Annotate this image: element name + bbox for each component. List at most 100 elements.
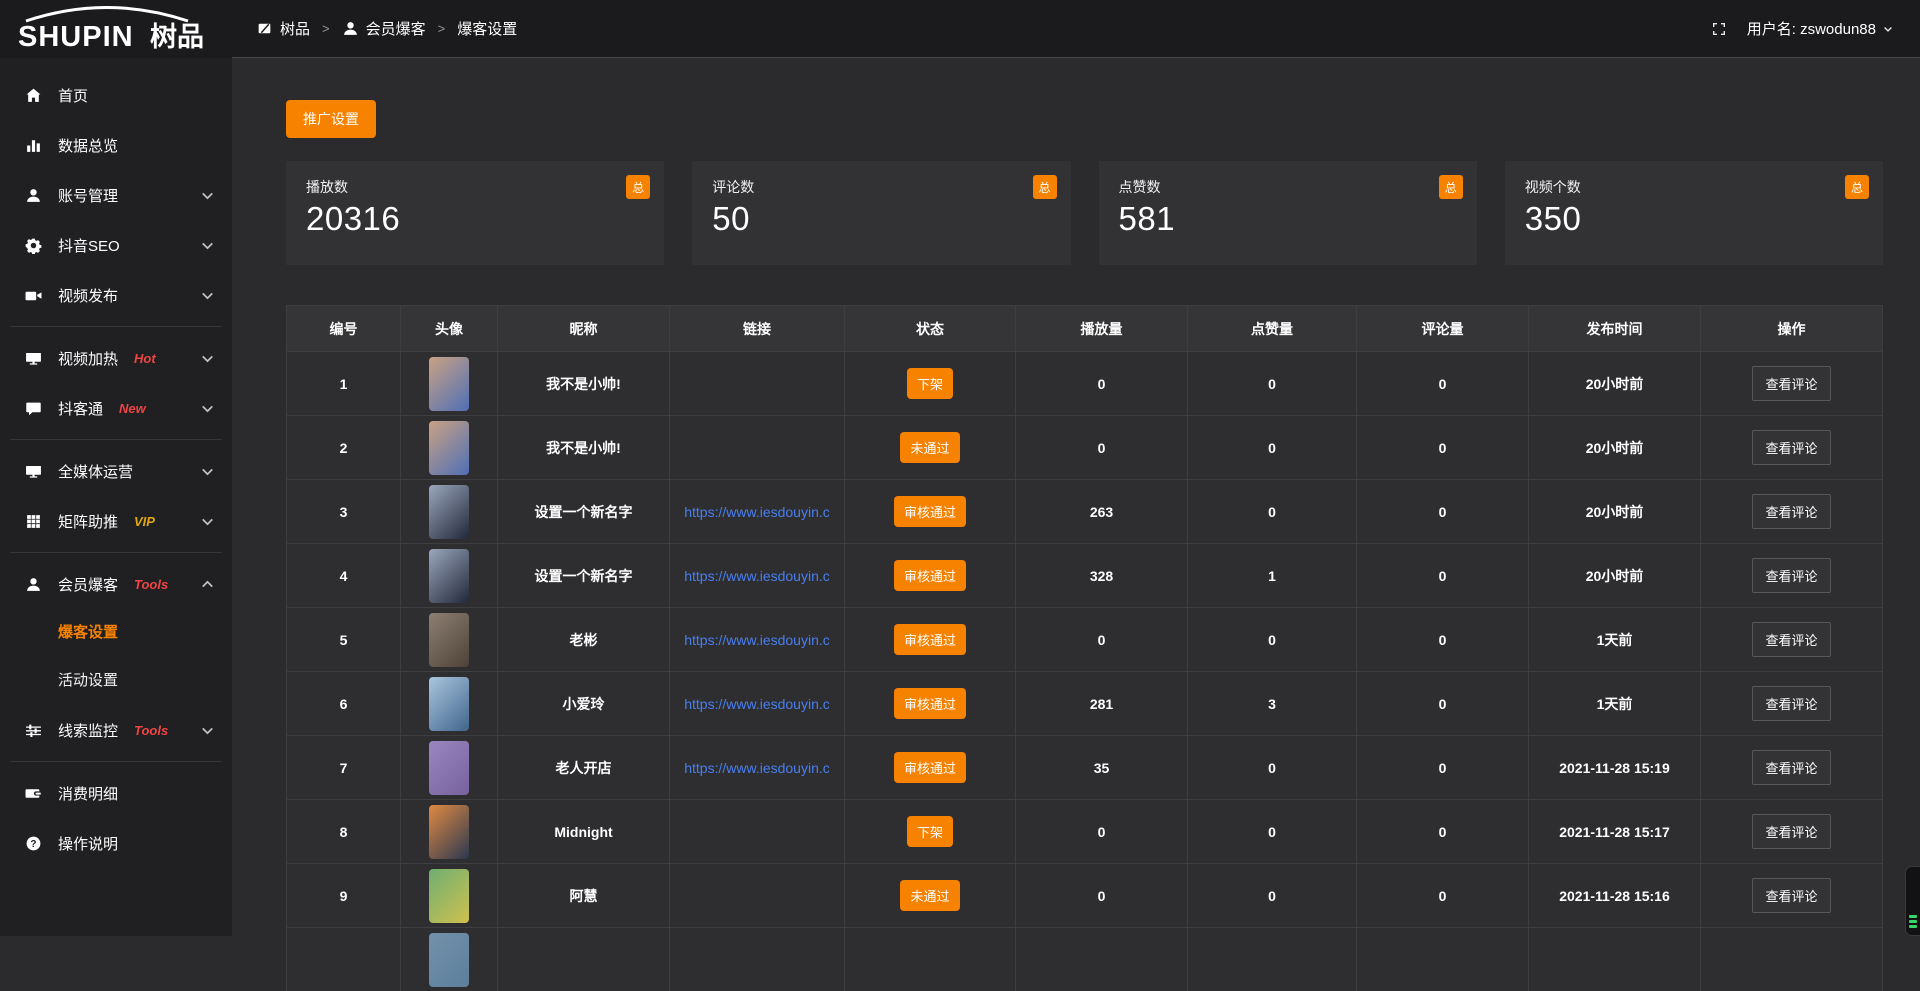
view-comments-button[interactable]: 查看评论: [1752, 750, 1830, 785]
sidebar-item-数据总览[interactable]: 数据总览: [0, 120, 232, 170]
cell-id: 7: [287, 736, 401, 799]
cell-status: 未通过: [845, 864, 1016, 927]
sidebar-item-视频发布[interactable]: 视频发布: [0, 270, 232, 320]
cell-link: [670, 800, 845, 863]
sidebar-item-label: 操作说明: [58, 833, 118, 854]
sidebar-item-操作说明[interactable]: ?操作说明: [0, 818, 232, 868]
member-icon: [24, 576, 43, 593]
submenu-item-活动设置[interactable]: 活动设置: [0, 657, 232, 705]
breadcrumb-item[interactable]: 会员爆客: [342, 18, 426, 39]
stat-cards: 播放数20316总评论数50总点赞数581总视频个数350总: [286, 161, 1883, 265]
sidebar-item-抖音SEO[interactable]: 抖音SEO: [0, 220, 232, 270]
cell-likes: 0: [1188, 416, 1357, 479]
breadcrumb-item[interactable]: 树品: [256, 18, 310, 39]
sidebar-item-抖客通[interactable]: 抖客通New: [0, 383, 232, 433]
video-link[interactable]: https://www.iesdouyin.c: [670, 760, 844, 776]
cell-avatar: [401, 672, 498, 735]
avatar-image: [429, 677, 469, 731]
view-comments-button[interactable]: 查看评论: [1752, 430, 1830, 465]
stat-card: 播放数20316总: [286, 161, 664, 265]
status-badge[interactable]: 下架: [907, 368, 953, 399]
status-badge[interactable]: 审核通过: [894, 752, 966, 783]
cell-avatar: [401, 864, 498, 927]
view-comments-button[interactable]: 查看评论: [1752, 494, 1830, 529]
chevron-down-icon: [199, 287, 216, 304]
cell-actions: 查看评论: [1701, 608, 1882, 671]
avatar-image: [429, 613, 469, 667]
view-comments-button[interactable]: 查看评论: [1752, 622, 1830, 657]
column-header: 操作: [1701, 306, 1882, 351]
cell-nickname: 我不是小帅!: [498, 416, 670, 479]
gear-icon: [24, 237, 43, 254]
cell-likes: 0: [1188, 480, 1357, 543]
status-badge[interactable]: 下架: [907, 816, 953, 847]
cell-plays: 0: [1016, 864, 1188, 927]
view-comments-button[interactable]: 查看评论: [1752, 878, 1830, 913]
cell-link: https://www.iesdouyin.c: [670, 608, 845, 671]
cell-plays: 0: [1016, 800, 1188, 863]
sidebar-item-label: 抖音SEO: [58, 235, 120, 256]
chevron-down-icon: [199, 463, 216, 480]
video-link[interactable]: https://www.iesdouyin.c: [670, 632, 844, 648]
sidebar-item-账号管理[interactable]: 账号管理: [0, 170, 232, 220]
breadcrumb-label: 树品: [280, 18, 310, 39]
video-link[interactable]: https://www.iesdouyin.c: [670, 696, 844, 712]
view-comments-button[interactable]: 查看评论: [1752, 558, 1830, 593]
sidebar-item-label: 视频加热: [58, 348, 118, 369]
cell-plays: 263: [1016, 480, 1188, 543]
chat-icon: [24, 400, 43, 417]
sliders-icon: [24, 722, 43, 739]
video-link[interactable]: https://www.iesdouyin.c: [670, 504, 844, 520]
sidebar-item-首页[interactable]: 首页: [0, 70, 232, 120]
floating-widget[interactable]: [1905, 866, 1920, 936]
breadcrumb-item[interactable]: 爆客设置: [457, 18, 517, 39]
username-dropdown[interactable]: 用户名: zswodun88: [1747, 18, 1894, 39]
cell-time: 2021-11-28 15:19: [1529, 736, 1701, 799]
cell-time: 20小时前: [1529, 480, 1701, 543]
cell-avatar: [401, 736, 498, 799]
cell-id: 9: [287, 864, 401, 927]
submenu-item-爆客设置[interactable]: 爆客设置: [0, 609, 232, 657]
status-badge[interactable]: 审核通过: [894, 688, 966, 719]
status-badge[interactable]: 未通过: [900, 880, 959, 911]
status-badge[interactable]: 审核通过: [894, 624, 966, 655]
table-row: 2我不是小帅!未通过00020小时前查看评论: [287, 415, 1882, 479]
cell-actions: 查看评论: [1701, 672, 1882, 735]
promotion-settings-button[interactable]: 推广设置: [286, 100, 376, 138]
sidebar-item-label: 会员爆客: [58, 574, 118, 595]
table-row: 4设置一个新名字https://www.iesdouyin.c审核通过32810…: [287, 543, 1882, 607]
fullscreen-icon[interactable]: [1711, 21, 1727, 37]
video-link[interactable]: https://www.iesdouyin.c: [670, 568, 844, 584]
stat-label: 视频个数: [1525, 177, 1863, 197]
cell-likes: 0: [1188, 608, 1357, 671]
sidebar-item-线索监控[interactable]: 线索监控Tools: [0, 705, 232, 755]
cell-nickname: 小爱玲: [498, 672, 670, 735]
view-comments-button[interactable]: 查看评论: [1752, 686, 1830, 721]
username-label: 用户名: zswodun88: [1747, 18, 1876, 39]
avatar-image: [429, 741, 469, 795]
sidebar: 首页数据总览账号管理抖音SEO 视频发布视频加热Hot抖客通New 全媒体运营矩阵助…: [0, 58, 232, 936]
cell-time: 1天前: [1529, 608, 1701, 671]
breadcrumb: 树品>会员爆客>爆客设置: [256, 18, 517, 39]
accounts-table: 编号头像昵称链接状态播放量点赞量评论量发布时间操作 1我不是小帅!下架00020…: [286, 305, 1883, 991]
sidebar-item-全媒体运营[interactable]: 全媒体运营: [0, 446, 232, 496]
sidebar-item-视频加热[interactable]: 视频加热Hot: [0, 333, 232, 383]
sidebar-item-会员爆客[interactable]: 会员爆客Tools: [0, 559, 232, 609]
home-icon: [24, 87, 43, 104]
view-comments-button[interactable]: 查看评论: [1752, 814, 1830, 849]
status-badge[interactable]: 审核通过: [894, 496, 966, 527]
sidebar-divider: [10, 761, 222, 762]
cell-id: 4: [287, 544, 401, 607]
sidebar-item-矩阵助推[interactable]: 矩阵助推VIP: [0, 496, 232, 546]
sidebar-item-消费明细[interactable]: 消费明细: [0, 768, 232, 818]
table-row: 9阿慧未通过0002021-11-28 15:16查看评论: [287, 863, 1882, 927]
status-badge[interactable]: 未通过: [900, 432, 959, 463]
view-comments-button[interactable]: 查看评论: [1752, 366, 1830, 401]
cell-plays: 0: [1016, 416, 1188, 479]
cell-id: 5: [287, 608, 401, 671]
logo-text-en: SHUPIN: [18, 21, 134, 52]
monitor-icon: [24, 350, 43, 367]
status-badge[interactable]: 审核通过: [894, 560, 966, 591]
cell-comments: 0: [1357, 800, 1529, 863]
cell-avatar: [401, 928, 498, 991]
